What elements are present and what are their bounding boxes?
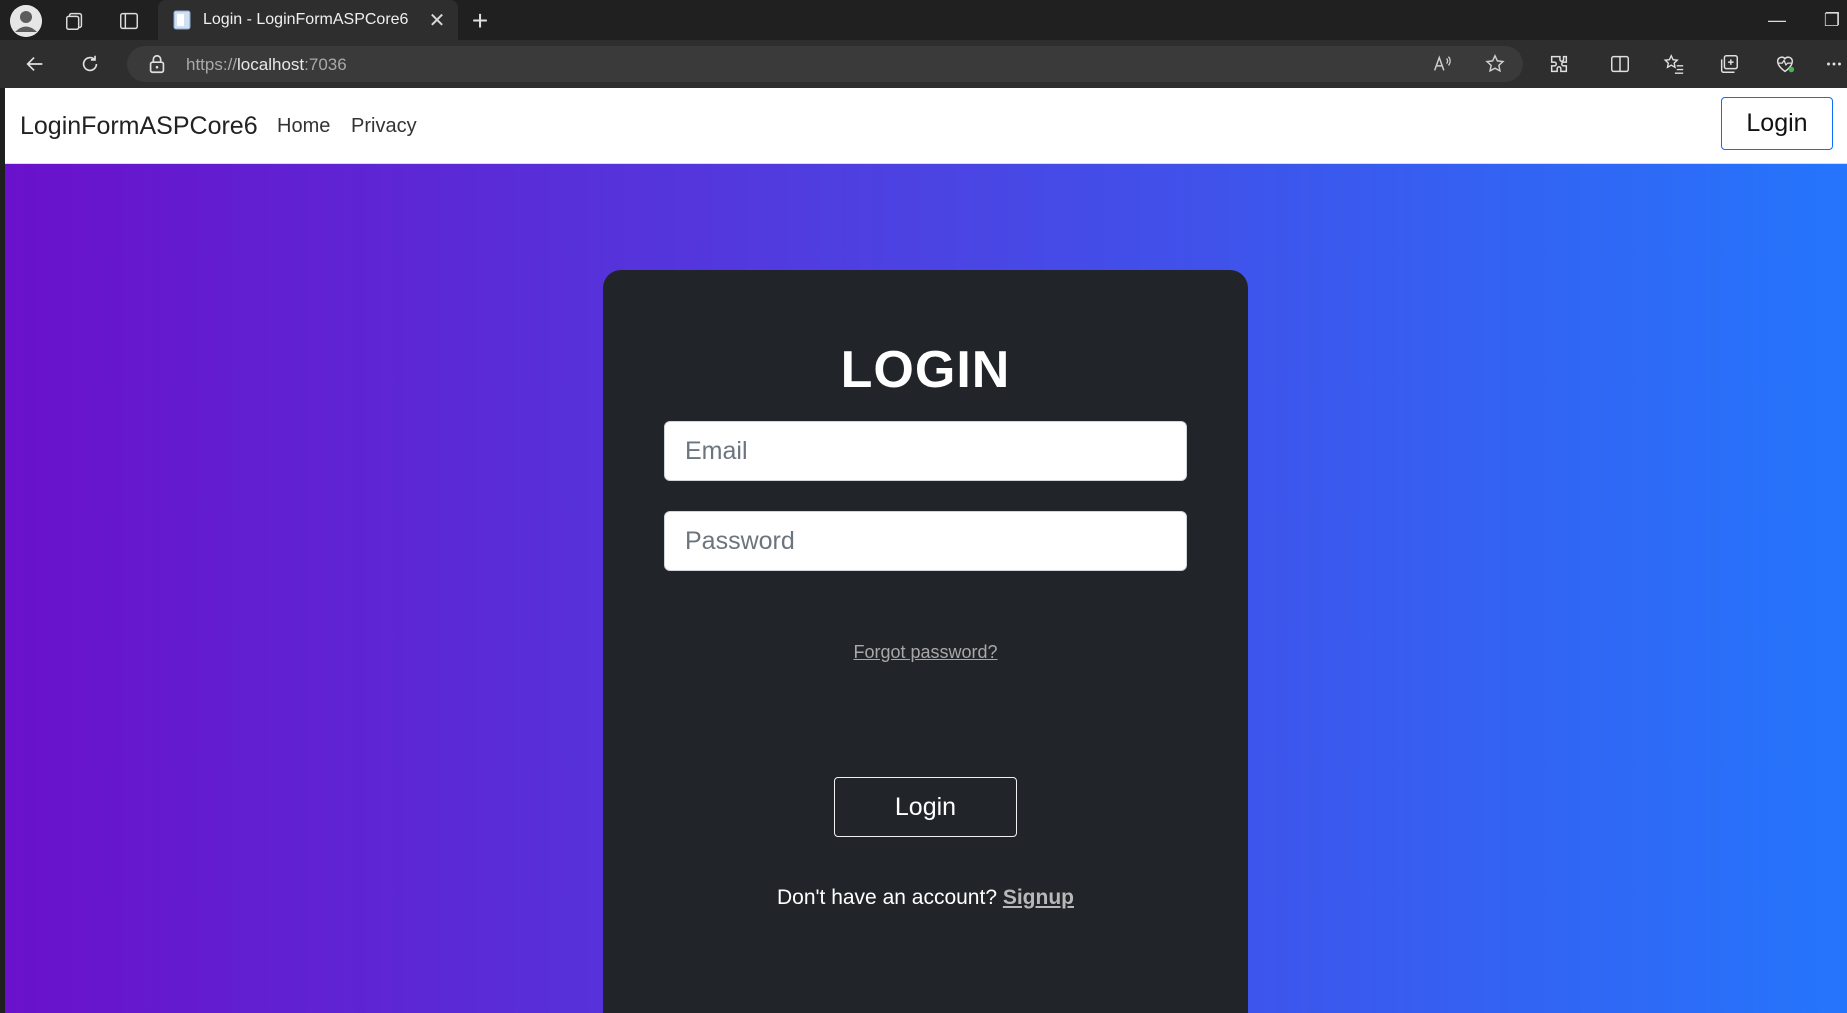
tab-title: Login - LoginFormASPCore6	[203, 11, 409, 28]
read-aloud-icon[interactable]	[1424, 46, 1460, 82]
signup-link[interactable]: Signup	[1003, 886, 1074, 909]
more-icon[interactable]	[1820, 46, 1847, 82]
tab-close-icon[interactable]: ✕	[422, 8, 452, 33]
workspaces-icon[interactable]	[62, 8, 88, 34]
url-text[interactable]: https://localhost:7036	[186, 55, 347, 75]
tab-actions-icon[interactable]	[116, 8, 142, 34]
url-host: localhost	[237, 55, 305, 74]
browser-tab-active[interactable]: Login - LoginFormASPCore6 ✕	[158, 0, 458, 40]
navbar-brand[interactable]: LoginFormASPCore6	[20, 112, 258, 141]
favorites-icon[interactable]	[1656, 46, 1692, 82]
hero-gradient-background: LOGIN Forgot password? Login Don't have …	[5, 164, 1847, 1013]
site-navbar: LoginFormASPCore6 Home Privacy Login	[5, 88, 1847, 164]
password-field[interactable]	[664, 511, 1187, 571]
browser-toolbar: https://localhost:7036	[0, 40, 1847, 88]
nav-link-privacy[interactable]: Privacy	[351, 115, 417, 138]
signup-prompt-text: Don't have an account?	[777, 886, 997, 909]
new-tab-button[interactable]: +	[465, 5, 495, 36]
favorite-star-icon[interactable]	[1477, 46, 1513, 82]
refresh-icon[interactable]	[72, 46, 108, 82]
email-field[interactable]	[664, 421, 1187, 481]
lock-icon[interactable]	[139, 46, 175, 82]
page-viewport: LoginFormASPCore6 Home Privacy Login LOG…	[5, 88, 1847, 1013]
login-submit-button[interactable]: Login	[834, 777, 1017, 837]
profile-icon[interactable]	[10, 5, 42, 37]
extensions-icon[interactable]	[1541, 46, 1577, 82]
address-bar[interactable]: https://localhost:7036	[127, 46, 1523, 82]
navbar-login-button[interactable]: Login	[1721, 97, 1833, 150]
back-icon[interactable]	[17, 46, 53, 82]
nav-link-home[interactable]: Home	[277, 115, 330, 138]
window-restore-button[interactable]: ❐	[1812, 6, 1847, 34]
signup-prompt: Don't have an account? Signup	[603, 886, 1248, 910]
login-title: LOGIN	[840, 341, 1011, 399]
window-minimize-button[interactable]: —	[1757, 6, 1797, 34]
browser-essentials-icon[interactable]	[1767, 46, 1803, 82]
url-scheme: https://	[186, 55, 238, 74]
forgot-password-link[interactable]: Forgot password?	[603, 642, 1248, 663]
collections-icon[interactable]	[1711, 46, 1747, 82]
url-port: :7036	[304, 55, 347, 74]
page-favicon-icon	[173, 10, 191, 30]
browser-tab-strip: Login - LoginFormASPCore6 ✕ + — ❐	[0, 0, 1847, 40]
split-screen-icon[interactable]	[1602, 46, 1638, 82]
login-card: LOGIN Forgot password? Login Don't have …	[603, 270, 1248, 1013]
